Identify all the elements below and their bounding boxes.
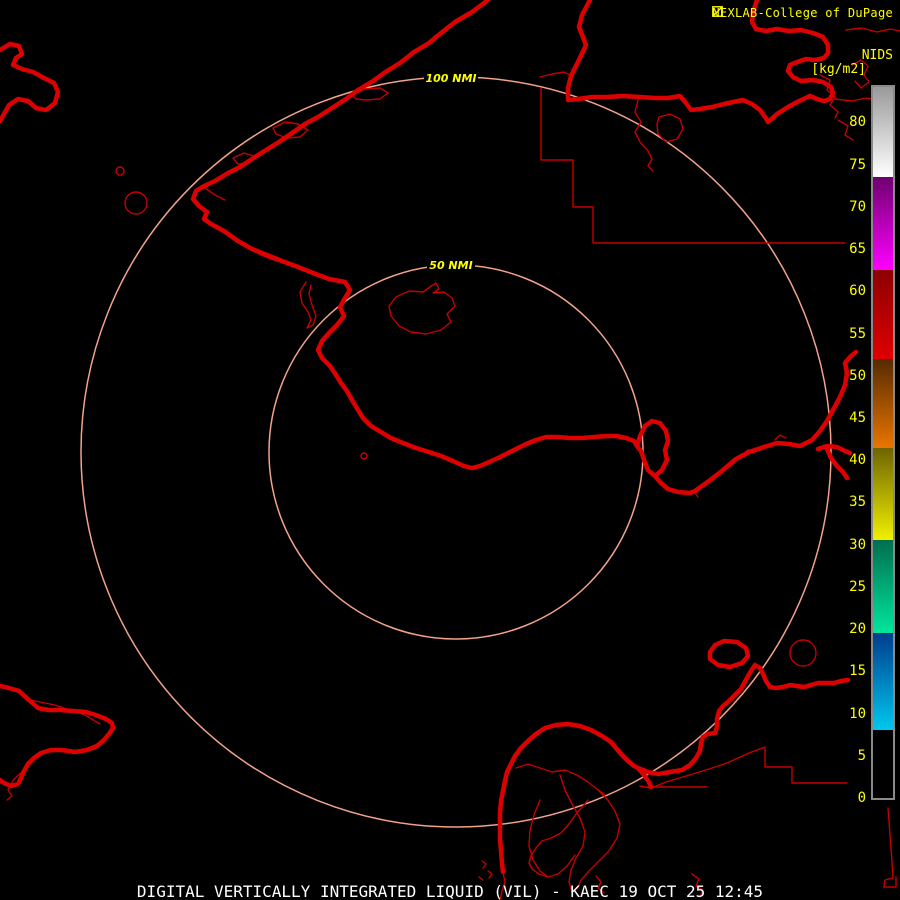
- colorbar-segment: [873, 730, 893, 798]
- colorbar-segment: [873, 270, 893, 359]
- colorbar-tick: 15: [849, 663, 866, 679]
- range-ring-labels: 100 NMI 50 NMI: [424, 70, 478, 272]
- colorbar-tick: 5: [857, 748, 866, 764]
- product-caption: DIGITAL VERTICALLY INTEGRATED LIQUID (VI…: [136, 882, 764, 900]
- coastline-thin: [6, 27, 900, 900]
- colorbar-tick: 55: [849, 326, 866, 342]
- colorbar-segment: [873, 358, 893, 448]
- colorbar-tick: 80: [849, 114, 866, 130]
- cod-flag-icon: [712, 6, 724, 17]
- colorbar-segment: [873, 540, 893, 634]
- colorbar-tick: 70: [849, 199, 866, 215]
- colorbar-tick: 50: [849, 368, 866, 384]
- colorbar-tick: 45: [849, 410, 866, 426]
- colorbar-gradient: [873, 87, 893, 798]
- colorbar-tick: 65: [849, 241, 866, 257]
- colorbar-tick: 20: [849, 621, 866, 637]
- colorbar-segment: [873, 633, 893, 731]
- colorbar: [871, 85, 895, 800]
- colorbar-segment: [873, 177, 893, 271]
- colorbar-tick: 35: [849, 494, 866, 510]
- colorbar-tick: 40: [849, 452, 866, 468]
- colorbar-tick: 75: [849, 157, 866, 173]
- brand-text: NEXLAB-College of DuPage: [712, 6, 893, 20]
- radar-map: 100 NMI 50 NMI: [0, 0, 900, 900]
- colorbar-tick: 25: [849, 579, 866, 595]
- colorbar-segment: [873, 87, 893, 178]
- range-ring-label-100: 100 NMI: [425, 72, 476, 85]
- colorbar-tick: 10: [849, 706, 866, 722]
- range-ring-50: [268, 264, 644, 640]
- colorbar-tick: 0: [857, 790, 866, 806]
- colorbar-title: NIDS: [861, 48, 893, 63]
- colorbar-tick: 30: [849, 537, 866, 553]
- colorbar-units: [kg/m2]: [811, 62, 866, 77]
- header: NEXLAB-College of DuPage: [712, 6, 893, 20]
- colorbar-tick: 60: [849, 283, 866, 299]
- radar-display: 100 NMI 50 NMI NEXLAB-College of DuPage …: [0, 0, 900, 900]
- coastline-thick: [0, 0, 859, 875]
- colorbar-segment: [873, 447, 893, 541]
- range-ring-label-50: 50 NMI: [429, 259, 472, 272]
